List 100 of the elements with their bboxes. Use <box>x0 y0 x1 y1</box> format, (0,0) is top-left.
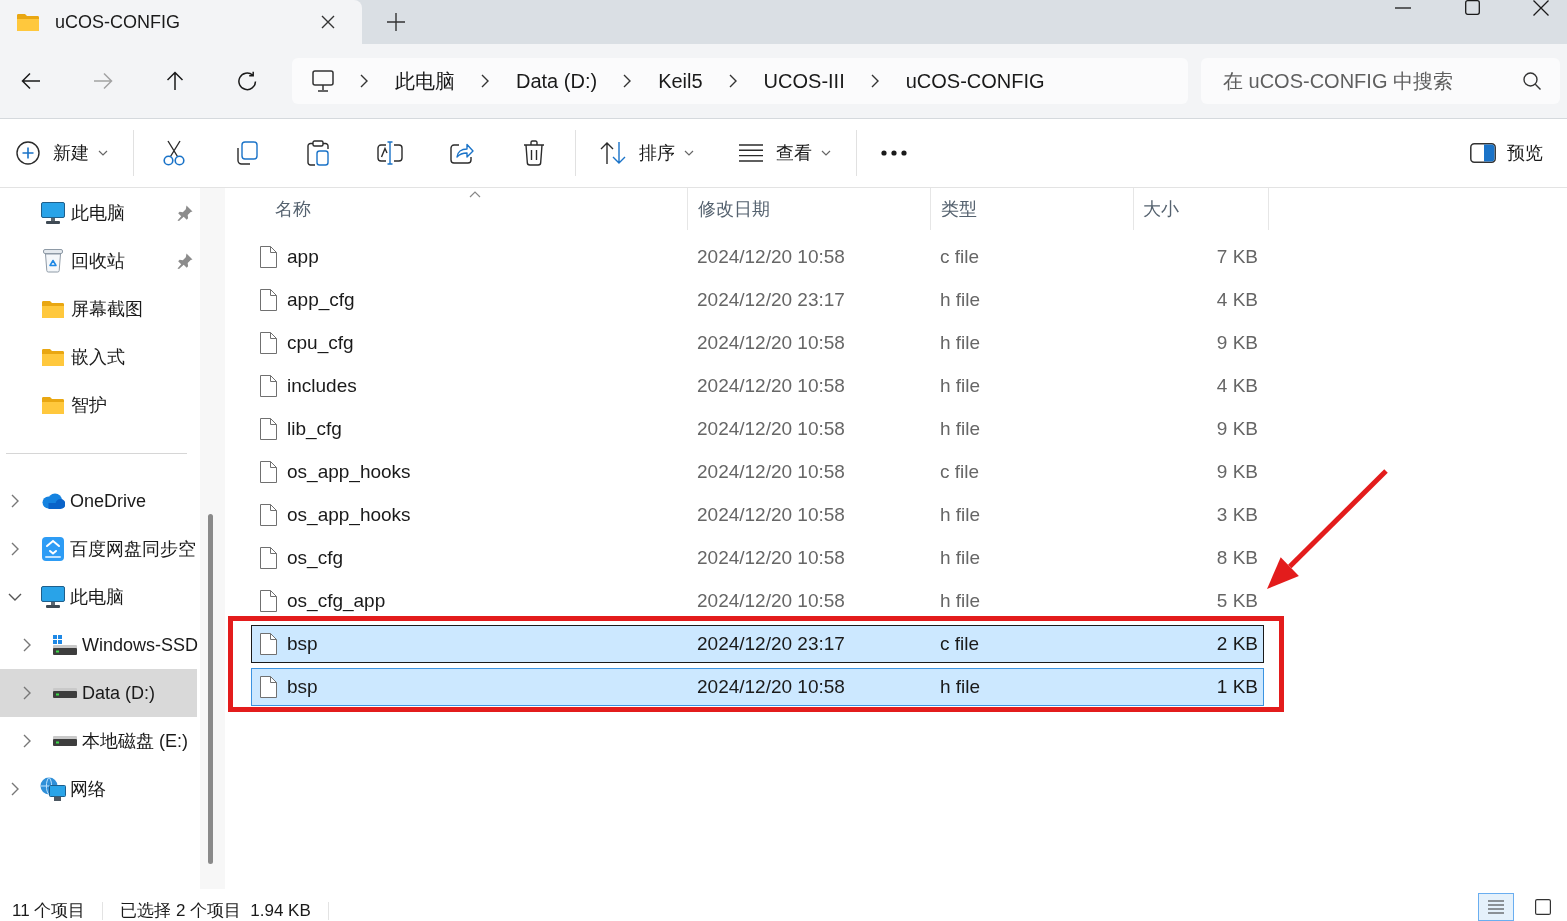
sidebar-item[interactable]: 百度网盘同步空 <box>0 525 197 573</box>
sidebar-item[interactable]: 本地磁盘 (E:) <box>0 717 197 765</box>
file-type: h file <box>939 289 981 311</box>
file-name: bsp <box>287 676 318 698</box>
modified-date: 2024/12/20 10:58 <box>696 375 845 397</box>
file-size: 3 KB <box>1216 504 1259 526</box>
pin-icon <box>177 205 193 221</box>
sidebar-item[interactable]: Data (D:) <box>0 669 197 717</box>
modified-date: 2024/12/20 10:58 <box>696 504 845 526</box>
modified-date: 2024/12/20 10:58 <box>696 418 845 440</box>
monitor-icon <box>312 70 334 92</box>
file-row[interactable]: cpu_cfg 2024/12/20 10:58 h file 9 KB <box>251 324 1264 362</box>
sidebar-item[interactable]: Windows-SSD <box>0 621 197 669</box>
sidebar-item[interactable]: 智护 <box>0 381 197 429</box>
scissors-icon <box>163 140 185 166</box>
file-icon <box>260 461 277 483</box>
sort-button[interactable]: 排序 <box>592 131 702 175</box>
file-size: 9 KB <box>1216 418 1259 440</box>
file-row[interactable]: includes 2024/12/20 10:58 h file 4 KB <box>251 367 1264 405</box>
chevron-right-icon[interactable] <box>623 74 632 88</box>
arrow-left-icon <box>21 72 41 90</box>
search-button[interactable] <box>1514 58 1560 104</box>
breadcrumb[interactable]: Data (D:) <box>516 64 598 98</box>
file-icon <box>260 289 277 311</box>
file-name: cpu_cfg <box>287 332 354 354</box>
file-icon <box>260 633 277 655</box>
sidebar-item[interactable]: 回收站 <box>0 237 197 285</box>
tab[interactable]: uCOS-CONFIG <box>0 0 362 44</box>
chevron-right-icon[interactable] <box>360 74 368 88</box>
file-size: 9 KB <box>1216 332 1259 354</box>
close-icon <box>321 15 335 29</box>
caret-icon <box>684 150 694 156</box>
file-type: c file <box>939 461 980 483</box>
breadcrumb[interactable]: Keil5 <box>658 64 703 98</box>
chevron-down-icon[interactable] <box>8 593 22 601</box>
file-row[interactable]: app 2024/12/20 10:58 c file 7 KB <box>251 238 1264 276</box>
sidebar-item[interactable]: 此电脑 <box>0 573 197 621</box>
folder-icon <box>42 300 64 318</box>
file-row[interactable]: os_app_hooks 2024/12/20 10:58 h file 3 KB <box>251 496 1264 534</box>
clipboard-icon <box>307 140 329 166</box>
modified-date: 2024/12/20 10:58 <box>696 246 845 268</box>
file-row[interactable]: app_cfg 2024/12/20 23:17 h file 4 KB <box>251 281 1264 319</box>
modified-date: 2024/12/20 10:58 <box>696 590 845 612</box>
file-size: 1 KB <box>1216 676 1259 698</box>
file-row[interactable]: os_cfg_app 2024/12/20 10:58 h file 5 KB <box>251 582 1264 620</box>
view-button[interactable]: 查看 <box>731 131 839 175</box>
search-field[interactable]: 在 uCOS-CONFIG 中搜索 <box>1201 58 1514 104</box>
chevron-right-icon[interactable] <box>728 74 737 88</box>
plus-icon <box>387 13 405 31</box>
chevron-right-icon[interactable] <box>870 74 879 88</box>
column-header[interactable]: 名称 <box>251 188 688 230</box>
arrow-right-icon <box>93 72 113 90</box>
share-icon <box>450 142 474 164</box>
cloud-icon <box>41 493 65 509</box>
computer-icon <box>41 202 65 224</box>
maximize-icon <box>1464 0 1480 15</box>
trash-icon <box>523 140 545 166</box>
breadcrumb[interactable]: 此电脑 <box>395 64 455 98</box>
caret-icon <box>98 150 108 156</box>
text-box-icon <box>377 141 403 165</box>
sidebar-item[interactable]: 此电脑 <box>0 189 197 237</box>
preview-button[interactable]: 预览 <box>1460 131 1553 175</box>
file-row[interactable]: os_cfg 2024/12/20 10:58 h file 8 KB <box>251 539 1264 577</box>
refresh-icon <box>237 71 257 91</box>
sidebar-item[interactable]: OneDrive <box>0 477 197 525</box>
square-icon <box>1535 899 1551 915</box>
new-button[interactable]: 新建 <box>8 131 116 175</box>
file-name: os_cfg_app <box>287 590 386 612</box>
sidebar-item[interactable]: 网络 <box>0 765 197 813</box>
chevron-right-icon[interactable] <box>481 74 489 88</box>
file-size: 2 KB <box>1216 633 1259 655</box>
column-header[interactable]: 大小 <box>1134 188 1269 230</box>
file-icon <box>260 504 277 526</box>
file-row[interactable]: lib_cfg 2024/12/20 10:58 h file 9 KB <box>251 410 1264 448</box>
breadcrumb[interactable]: uCOS-CONFIG <box>905 64 1045 98</box>
scrollbar-thumb[interactable] <box>208 514 213 864</box>
file-size: 7 KB <box>1216 246 1259 268</box>
drive-icon <box>53 688 77 698</box>
breadcrumb[interactable]: UCOS-III <box>763 64 845 98</box>
details-view-button[interactable] <box>1478 893 1514 921</box>
modified-date: 2024/12/20 10:58 <box>696 461 845 483</box>
column-header[interactable]: 类型 <box>931 188 1134 230</box>
file-name: os_app_hooks <box>287 504 411 526</box>
file-icon <box>260 332 277 354</box>
sidebar-item[interactable]: 屏幕截图 <box>0 285 197 333</box>
file-row[interactable]: os_app_hooks 2024/12/20 10:58 c file 9 KB <box>251 453 1264 491</box>
file-icon <box>260 547 277 569</box>
file-row[interactable]: bsp 2024/12/20 23:17 c file 2 KB <box>251 625 1264 663</box>
file-type: h file <box>939 418 981 440</box>
file-row[interactable]: bsp 2024/12/20 10:58 h file 1 KB <box>251 668 1264 706</box>
selection-size: 1.94 KB <box>250 901 311 921</box>
column-header[interactable]: 修改日期 <box>688 188 931 230</box>
list-icon <box>739 144 763 162</box>
modified-date: 2024/12/20 10:58 <box>696 676 845 698</box>
file-size: 8 KB <box>1216 547 1259 569</box>
address-bar[interactable]: 此电脑 Data (D:) Keil5 UCOS-III uCOS-CONFIG <box>292 58 1188 104</box>
sidebar-item[interactable]: 嵌入式 <box>0 333 197 381</box>
folder-icon <box>42 396 64 414</box>
file-type: h file <box>939 375 981 397</box>
file-size: 9 KB <box>1216 461 1259 483</box>
